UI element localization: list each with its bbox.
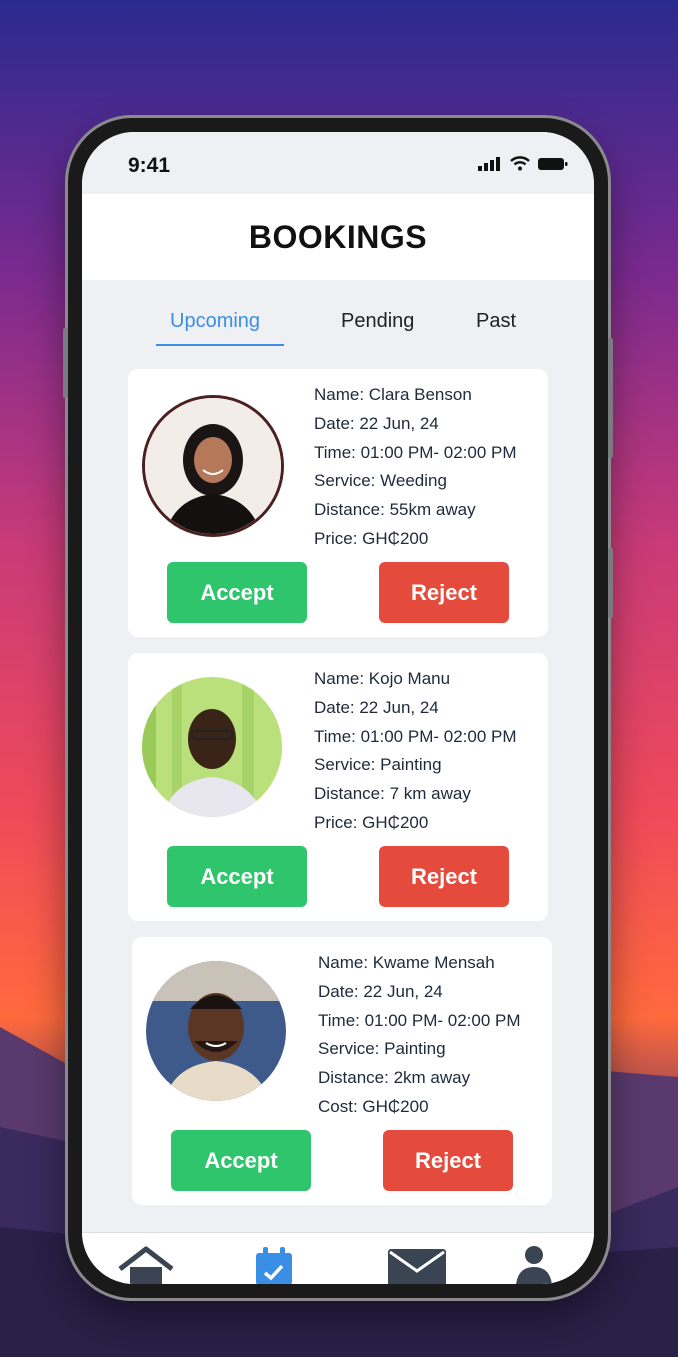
- signal-icon: [478, 157, 500, 171]
- booking-details: Name: Clara Benson Date: 22 Jun, 24 Time…: [314, 381, 517, 554]
- accept-button[interactable]: Accept: [167, 562, 307, 623]
- battery-icon: [538, 158, 568, 170]
- booking-card: Name: Clara Benson Date: 22 Jun, 24 Time…: [128, 369, 548, 637]
- booking-name: Name: Clara Benson: [314, 385, 472, 404]
- booking-card: Name: Kwame Mensah Date: 22 Jun, 24 Time…: [132, 937, 552, 1205]
- booking-service: Service: Weeding: [314, 471, 447, 491]
- avatar: [146, 961, 286, 1101]
- booking-time: Time: 01:00 PM- 02:00 PM: [318, 1010, 521, 1030]
- reject-button[interactable]: Reject: [383, 1130, 513, 1191]
- booking-date: Date: 22 Jun, 24: [314, 697, 439, 717]
- booking-cost: Cost: GH₵200: [318, 1096, 429, 1116]
- reject-button[interactable]: Reject: [379, 846, 509, 907]
- booking-service: Service: Painting: [318, 1039, 446, 1059]
- booking-distance: Distance: 7 km away: [314, 784, 471, 804]
- mail-icon[interactable]: [386, 1245, 448, 1284]
- tab-pending[interactable]: Pending: [341, 310, 414, 333]
- profile-icon[interactable]: [514, 1245, 554, 1284]
- home-icon[interactable]: [116, 1245, 176, 1284]
- booking-time: Time: 01:00 PM- 02:00 PM: [314, 442, 517, 462]
- booking-card: Name: Kojo Manu Date: 22 Jun, 24 Time: 0…: [128, 653, 548, 921]
- booking-time: Time: 01:00 PM- 02:00 PM: [314, 726, 517, 746]
- page-header: BOOKINGS: [82, 194, 594, 280]
- booking-date: Date: 22 Jun, 24: [314, 413, 439, 433]
- booking-tabs: Upcoming Pending Past: [82, 280, 594, 348]
- phone-side-button: [608, 338, 613, 458]
- status-icons: [478, 156, 568, 171]
- app-screen: 9:41 BOOKINGS Upcoming Pending Past Name…: [82, 132, 594, 1284]
- accept-button[interactable]: Accept: [171, 1130, 311, 1191]
- tab-past[interactable]: Past: [476, 310, 516, 333]
- accept-button[interactable]: Accept: [167, 846, 307, 907]
- phone-side-button: [608, 548, 613, 618]
- booking-date: Date: 22 Jun, 24: [318, 981, 443, 1001]
- avatar: [142, 677, 282, 817]
- calendar-icon[interactable]: [252, 1245, 296, 1284]
- booking-price: Price: GH₵200: [314, 528, 429, 548]
- reject-button[interactable]: Reject: [379, 562, 509, 623]
- bottom-nav: [82, 1232, 594, 1284]
- avatar: [142, 395, 284, 537]
- phone-frame: 9:41 BOOKINGS Upcoming Pending Past Name…: [63, 118, 613, 1298]
- booking-name: Name: Kojo Manu: [314, 669, 451, 688]
- booking-distance: Distance: 55km away: [314, 500, 476, 520]
- booking-price: Price: GH₵200: [314, 812, 429, 832]
- booking-details: Name: Kwame Mensah Date: 22 Jun, 24 Time…: [318, 949, 521, 1122]
- wifi-icon: [510, 156, 530, 171]
- active-tab-indicator: [156, 344, 284, 346]
- tab-upcoming[interactable]: Upcoming: [170, 310, 260, 333]
- status-time: 9:41: [128, 154, 171, 177]
- booking-distance: Distance: 2km away: [318, 1068, 471, 1088]
- page-title: BOOKINGS: [248, 218, 428, 255]
- phone-side-button: [63, 328, 68, 398]
- status-bar: 9:41: [82, 132, 594, 194]
- booking-name: Name: Kwame Mensah: [318, 953, 495, 972]
- booking-service: Service: Painting: [314, 755, 442, 775]
- booking-details: Name: Kojo Manu Date: 22 Jun, 24 Time: 0…: [314, 665, 517, 838]
